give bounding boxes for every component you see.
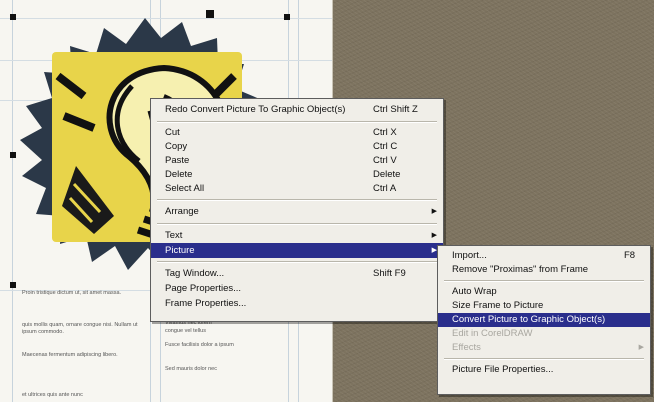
- menu-item-text[interactable]: Text ▶: [151, 228, 443, 243]
- context-menu: Redo Convert Picture To Graphic Object(s…: [150, 98, 444, 322]
- selection-handle[interactable]: [284, 14, 290, 20]
- body-paragraph: quis mollis quam, ornare congue nisi. Nu…: [22, 322, 138, 335]
- menu-item-page-properties[interactable]: Page Properties...: [151, 281, 443, 296]
- menu-separator: [157, 199, 437, 201]
- menu-separator: [444, 358, 644, 360]
- body-paragraph: Proin tristique dictum ut, sit amet mass…: [22, 290, 122, 296]
- menu-item-arrange[interactable]: Arrange ▶: [151, 204, 443, 220]
- body-paragraph: Maecenas fermentum adipiscing libero.: [22, 352, 118, 358]
- body-line: Sed mauris dolor nec: [165, 366, 217, 372]
- body-line: congue vel tellus: [165, 328, 206, 334]
- menu-separator: [157, 121, 437, 123]
- submenu-item-effects[interactable]: Effects ▶: [438, 341, 650, 355]
- submenu-item-import[interactable]: Import... F8: [438, 249, 650, 263]
- submenu-arrow-icon: ▶: [431, 232, 437, 239]
- menu-item-delete[interactable]: Delete Delete: [151, 168, 443, 182]
- body-paragraph: et ultrices quis ante nunc: [22, 392, 83, 398]
- menu-item-cut[interactable]: Cut Ctrl X: [151, 126, 443, 140]
- submenu-item-edit-in-coreldraw[interactable]: Edit in CorelDRAW: [438, 327, 650, 341]
- submenu-item-size-frame-to-picture[interactable]: Size Frame to Picture: [438, 299, 650, 313]
- selection-handle[interactable]: [10, 282, 16, 288]
- menu-item-select-all[interactable]: Select All Ctrl A: [151, 182, 443, 196]
- submenu-arrow-icon: ▶: [638, 344, 644, 351]
- menu-separator: [444, 280, 644, 282]
- submenu-arrow-icon: ▶: [431, 208, 437, 215]
- screen: Proin tristique dictum ut, sit amet mass…: [0, 0, 654, 402]
- submenu-item-convert-picture[interactable]: Convert Picture to Graphic Object(s): [438, 313, 650, 327]
- menu-item-paste[interactable]: Paste Ctrl V: [151, 154, 443, 168]
- menu-item-tag-window[interactable]: Tag Window... Shift F9: [151, 266, 443, 281]
- body-line: Fusce facilisis dolor a ipsum: [165, 342, 234, 348]
- submenu-item-remove-from-frame[interactable]: Remove "Proximas" from Frame: [438, 263, 650, 277]
- menu-item-frame-properties[interactable]: Frame Properties...: [151, 296, 443, 311]
- picture-submenu: Import... F8 Remove "Proximas" from Fram…: [437, 245, 651, 395]
- menu-separator: [157, 223, 437, 225]
- menu-item-redo[interactable]: Redo Convert Picture To Graphic Object(s…: [151, 102, 443, 118]
- submenu-item-picture-file-properties[interactable]: Picture File Properties...: [438, 363, 650, 377]
- menu-item-picture[interactable]: Picture ▶: [151, 243, 443, 258]
- submenu-item-auto-wrap[interactable]: Auto Wrap: [438, 285, 650, 299]
- menu-item-copy[interactable]: Copy Ctrl C: [151, 140, 443, 154]
- menu-separator: [157, 261, 437, 263]
